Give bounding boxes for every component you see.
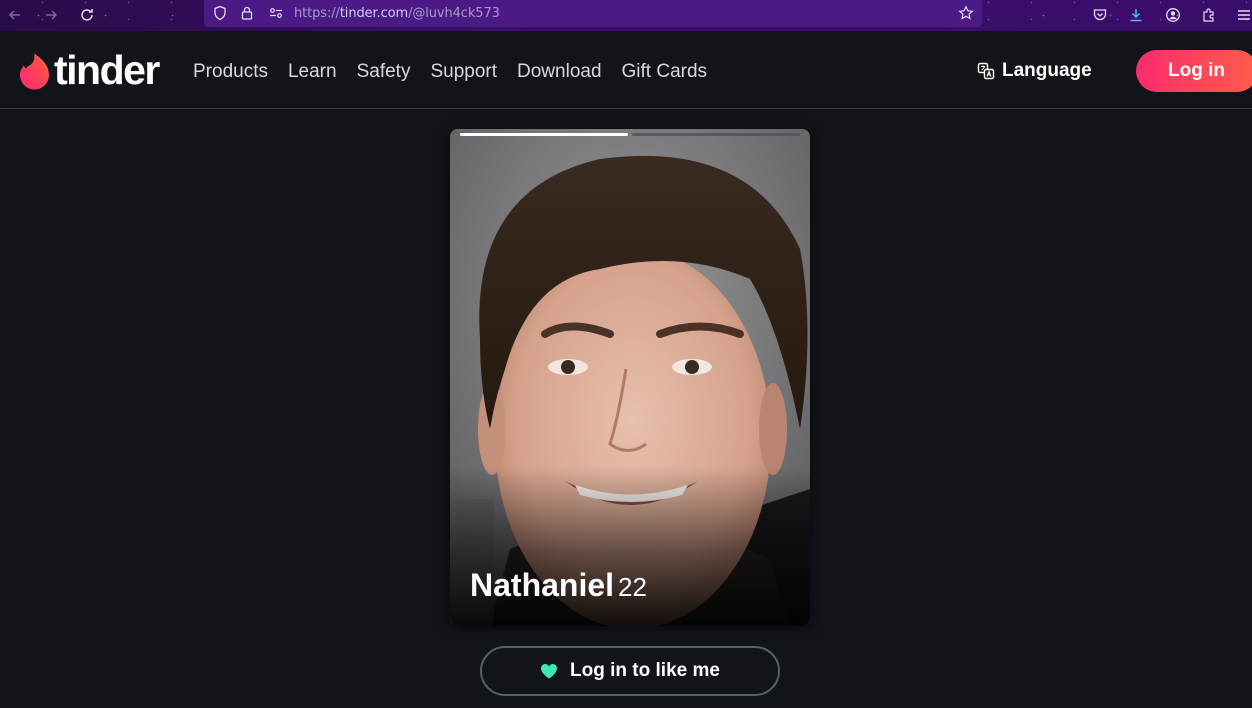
- site-header: tinder Products Learn Safety Support Dow…: [0, 31, 1252, 109]
- nav-learn[interactable]: Learn: [288, 61, 337, 83]
- language-selector[interactable]: Language: [977, 60, 1092, 82]
- pocket-icon[interactable]: [1088, 3, 1112, 27]
- account-icon[interactable]: [1161, 3, 1185, 27]
- lock-icon[interactable]: [237, 3, 257, 23]
- photo-indicator-1[interactable]: [460, 133, 628, 136]
- url-path: /@luvh4ck573: [408, 6, 500, 21]
- extensions-icon[interactable]: [1197, 3, 1221, 27]
- tinder-logo[interactable]: tinder: [18, 47, 160, 93]
- nav-support[interactable]: Support: [430, 61, 497, 83]
- url-domain: tinder.com: [339, 6, 409, 21]
- browser-toolbar: https://tinder.com/@luvh4ck573: [0, 0, 1252, 31]
- menu-icon[interactable]: [1232, 3, 1252, 27]
- nav-safety[interactable]: Safety: [357, 61, 411, 83]
- login-button[interactable]: Log in: [1136, 50, 1252, 92]
- photo-progress: [460, 133, 800, 137]
- heart-icon: [541, 664, 558, 679]
- nav-gift-cards[interactable]: Gift Cards: [622, 61, 708, 83]
- url-text[interactable]: https://tinder.com/@luvh4ck573: [294, 6, 500, 21]
- download-icon[interactable]: [1124, 3, 1148, 27]
- logo-wordmark: tinder: [54, 47, 160, 93]
- flame-icon: [20, 53, 49, 89]
- nav-products[interactable]: Products: [193, 61, 268, 83]
- shield-icon[interactable]: [210, 3, 230, 23]
- reload-icon[interactable]: [75, 3, 99, 27]
- language-label: Language: [1002, 60, 1092, 81]
- profile-card[interactable]: Nathaniel 22: [450, 129, 810, 626]
- url-scheme: https://: [294, 6, 340, 21]
- back-icon[interactable]: [3, 3, 27, 27]
- url-bar[interactable]: https://tinder.com/@luvh4ck573: [204, 0, 982, 27]
- login-to-like-button[interactable]: Log in to like me: [480, 646, 780, 696]
- photo-indicator-2[interactable]: [632, 133, 800, 136]
- main-nav: Products Learn Safety Support Download G…: [193, 61, 727, 83]
- profile-name-row: Nathaniel 22: [470, 567, 647, 604]
- nav-download[interactable]: Download: [517, 61, 602, 83]
- permissions-icon[interactable]: [266, 3, 286, 23]
- profile-age: 22: [618, 572, 647, 602]
- bookmark-star-icon[interactable]: [956, 3, 976, 23]
- like-button-label: Log in to like me: [570, 660, 720, 681]
- translate-icon: [977, 62, 995, 80]
- forward-icon[interactable]: [39, 3, 63, 27]
- profile-name: Nathaniel: [470, 567, 615, 603]
